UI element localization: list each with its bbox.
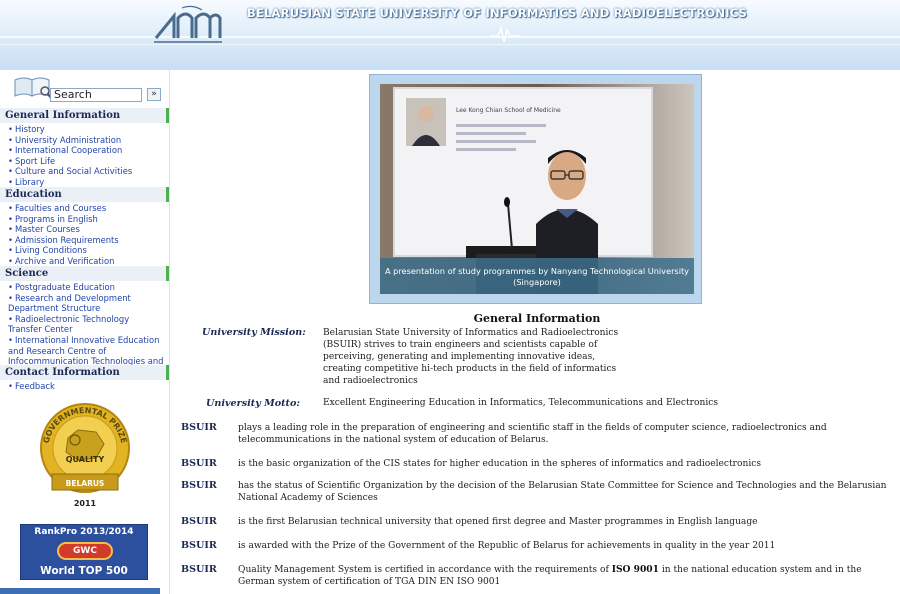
fact-key: BSUIR	[181, 516, 217, 527]
nav-item-master[interactable]: • Master Courses	[8, 224, 169, 235]
badge-year-text: 2011	[74, 499, 97, 508]
fact-text: Quality Management System is certified i…	[238, 564, 862, 588]
site-title: BELARUSIAN STATE UNIVERSITY OF INFORMATI…	[247, 6, 748, 20]
rankpro-title: RankPro 2013/2014	[34, 527, 134, 537]
governmental-prize-badge[interactable]: GOVERNMENTAL PRIZE QUALITY BELARUS 2011	[38, 400, 132, 512]
nav-section-education: Education • Faculties and Courses • Progra…	[0, 187, 169, 267]
badge-quality-text: QUALITY	[66, 455, 105, 464]
fact-key: BSUIR	[181, 422, 217, 433]
slide-title: Lee Kong Chian School of Medicine	[456, 107, 561, 114]
gwc-logo: GWC	[57, 542, 113, 560]
nav-item-culture[interactable]: • Culture and Social Activities	[8, 166, 169, 177]
mission-label: University Mission:	[202, 327, 306, 338]
nav-section-title[interactable]: Education	[0, 187, 169, 202]
header-stripe	[0, 44, 900, 45]
fact-text: is the basic organization of the CIS sta…	[238, 459, 762, 469]
nav-section-science: Science • Postgraduate Education • Researc…	[0, 266, 169, 377]
page-title: General Information	[473, 312, 601, 325]
fact-text: is awarded with the Prize of the Governm…	[238, 541, 776, 551]
iso-standard: ISO 9001	[611, 564, 659, 575]
nav-section-title[interactable]: General Information	[0, 108, 169, 123]
nav-item-history[interactable]: • History	[8, 124, 169, 135]
nav-section-contact: Contact Information • Feedback	[0, 365, 169, 392]
nav-item-sport[interactable]: • Sport Life	[8, 156, 169, 167]
signal-wave-icon	[490, 25, 520, 43]
nav-item-faculties[interactable]: • Faculties and Courses	[8, 203, 169, 214]
fact-text: has the status of Scientific Organizatio…	[238, 481, 887, 504]
photo-slideshow[interactable]: Lee Kong Chian School of Medicine A pres…	[369, 74, 702, 304]
nav-item-transfer-center[interactable]: • Radioelectronic Technology Transfer Cen…	[8, 314, 163, 335]
nav-item-research[interactable]: • Research and Development Department Str…	[8, 293, 136, 314]
badge-country-text: BELARUS	[66, 479, 105, 488]
nav-item-admission[interactable]: • Admission Requirements	[8, 235, 169, 246]
fact-key: BSUIR	[181, 564, 217, 575]
nav-item-feedback[interactable]: • Feedback	[8, 381, 169, 392]
nav-section-title[interactable]: Contact Information	[0, 365, 169, 380]
search-input[interactable]: Search	[50, 88, 142, 102]
photo-caption: A presentation of study programmes by Na…	[380, 258, 694, 294]
fact-text: plays a leading role in the preparation …	[238, 423, 827, 446]
fact-text: is the first Belarusian technical univer…	[238, 517, 758, 527]
motto-text: Excellent Engineering Education in Infor…	[323, 398, 719, 408]
sidebar: Search » General Information • History • U…	[0, 70, 170, 594]
bsuir-logo-icon[interactable]	[152, 4, 224, 44]
nav-section-title[interactable]: Science	[0, 266, 169, 281]
nav-item-archive[interactable]: • Archive and Verification	[8, 256, 169, 267]
rankpro-banner[interactable]: RankPro 2013/2014 GWC World TOP 500	[20, 524, 148, 580]
header-stripe	[0, 36, 900, 38]
mission-text: Belarusian State University of Informati…	[323, 328, 619, 387]
nav-item-administration[interactable]: • University Administration	[8, 135, 169, 146]
motto-label: University Motto:	[206, 398, 300, 409]
presentation-photo: Lee Kong Chian School of Medicine A pres…	[380, 84, 694, 294]
nav-item-english-programs[interactable]: • Programs in English	[8, 214, 169, 225]
sidebar-bottom-banner[interactable]	[0, 588, 160, 594]
search-submit-button[interactable]: »	[147, 88, 161, 101]
search-box: Search »	[12, 74, 162, 102]
fact-key: BSUIR	[181, 458, 217, 469]
book-icon	[14, 77, 52, 99]
nav-item-cooperation[interactable]: • International Cooperation	[8, 145, 169, 156]
fact-key: BSUIR	[181, 480, 217, 491]
fact-key: BSUIR	[181, 540, 217, 551]
nav-item-postgraduate[interactable]: • Postgraduate Education	[8, 282, 169, 293]
nav-item-living[interactable]: • Living Conditions	[8, 245, 169, 256]
site-header: BELARUSIAN STATE UNIVERSITY OF INFORMATI…	[0, 0, 900, 70]
nav-item-library[interactable]: • Library	[8, 177, 169, 188]
nav-section-general: General Information • History • University…	[0, 108, 169, 188]
rankpro-subtitle: World TOP 500	[40, 565, 128, 577]
